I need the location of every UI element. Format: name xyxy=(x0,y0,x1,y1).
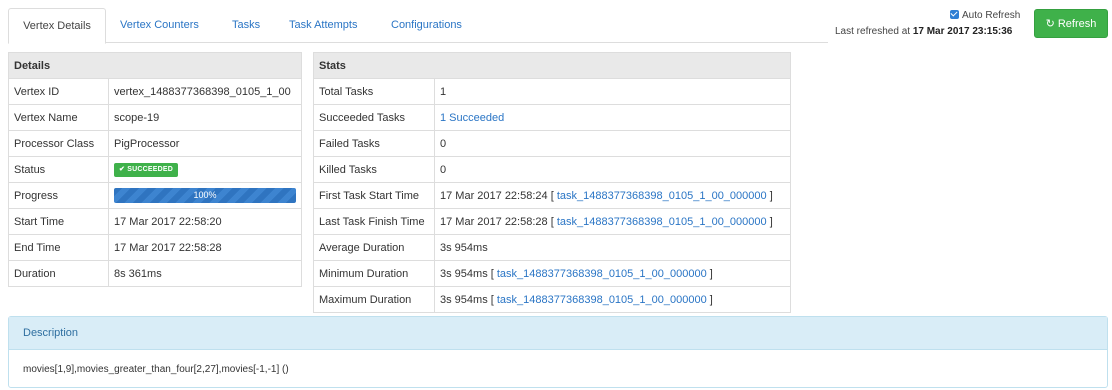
end-time-label: End Time xyxy=(8,234,109,261)
vertex-name-label: Vertex Name xyxy=(8,104,109,131)
minimum-duration-label: Minimum Duration xyxy=(313,260,435,287)
table-row: Vertex ID vertex_1488377368398_0105_1_00 xyxy=(8,78,302,105)
status-label: Status xyxy=(8,156,109,183)
table-row: Average Duration 3s 954ms xyxy=(313,234,791,261)
succeeded-tasks-label: Succeeded Tasks xyxy=(313,104,435,131)
maximum-duration-task-link[interactable]: task_1488377368398_0105_1_00_000000 xyxy=(497,294,707,306)
failed-tasks-label: Failed Tasks xyxy=(313,130,435,157)
description-text: movies[1,9],movies_greater_than_four[2,2… xyxy=(23,364,289,375)
processor-class-label: Processor Class xyxy=(8,130,109,157)
checkbox-icon[interactable] xyxy=(950,10,959,19)
last-task-finish-value: 17 Mar 2017 22:58:28 xyxy=(440,215,548,228)
table-row: Last Task Finish Time 17 Mar 2017 22:58:… xyxy=(313,208,791,235)
tab-task-attempts[interactable]: Task Attempts xyxy=(289,8,357,42)
vertex-name-value: scope-19 xyxy=(108,104,302,131)
maximum-duration-cell: 3s 954ms [ task_1488377368398_0105_1_00_… xyxy=(434,286,791,313)
minimum-duration-value: 3s 954ms xyxy=(440,267,488,280)
tab-tasks[interactable]: Tasks xyxy=(232,8,260,42)
table-row: Failed Tasks 0 xyxy=(313,130,791,157)
auto-refresh-toggle[interactable]: Auto Refresh xyxy=(950,10,1020,21)
killed-tasks-label: Killed Tasks xyxy=(313,156,435,183)
description-panel: Description movies[1,9],movies_greater_t… xyxy=(8,316,1108,388)
total-tasks-value: 1 xyxy=(434,78,791,105)
minimum-duration-task-link[interactable]: task_1488377368398_0105_1_00_000000 xyxy=(497,268,707,280)
description-header: Description xyxy=(9,317,1107,350)
maximum-duration-value: 3s 954ms xyxy=(440,293,488,306)
total-tasks-label: Total Tasks xyxy=(313,78,435,105)
average-duration-value: 3s 954ms xyxy=(434,234,791,261)
progress-label: Progress xyxy=(8,182,109,209)
status-cell: ✔ SUCCEEDED xyxy=(108,156,302,183)
first-task-start-label: First Task Start Time xyxy=(313,182,435,209)
last-task-finish-cell: 17 Mar 2017 22:58:28 [ task_148837736839… xyxy=(434,208,791,235)
tab-divider xyxy=(8,42,828,43)
refresh-button[interactable]: ↻ Refresh xyxy=(1034,9,1108,38)
details-header: Details xyxy=(8,52,302,79)
last-refreshed-prefix: Last refreshed at xyxy=(835,26,911,37)
table-row: Vertex Name scope-19 xyxy=(8,104,302,131)
stats-table: Stats Total Tasks 1 Succeeded Tasks 1 Su… xyxy=(313,52,791,313)
auto-refresh-label: Auto Refresh xyxy=(962,10,1021,21)
table-row: End Time 17 Mar 2017 22:58:28 xyxy=(8,234,302,261)
end-time-value: 17 Mar 2017 22:58:28 xyxy=(108,234,302,261)
vertex-id-label: Vertex ID xyxy=(8,78,109,105)
table-row: Minimum Duration 3s 954ms [ task_1488377… xyxy=(313,260,791,287)
duration-value: 8s 361ms xyxy=(108,260,302,287)
last-task-finish-label: Last Task Finish Time xyxy=(313,208,435,235)
maximum-duration-label: Maximum Duration xyxy=(313,286,435,313)
first-task-start-cell: 17 Mar 2017 22:58:24 [ task_148837736839… xyxy=(434,182,791,209)
table-row: Maximum Duration 3s 954ms [ task_1488377… xyxy=(313,286,791,313)
table-row: Killed Tasks 0 xyxy=(313,156,791,183)
killed-tasks-value: 0 xyxy=(434,156,791,183)
succeeded-tasks-link[interactable]: 1 Succeeded xyxy=(440,112,504,124)
last-refreshed-text: Last refreshed at 17 Mar 2017 23:15:36 xyxy=(835,26,1012,37)
progress-percent: 100% xyxy=(193,190,217,200)
vertex-id-value: vertex_1488377368398_0105_1_00 xyxy=(108,78,302,105)
last-refreshed-time: 17 Mar 2017 23:15:36 xyxy=(912,26,1013,37)
table-row: Duration 8s 361ms xyxy=(8,260,302,287)
average-duration-label: Average Duration xyxy=(313,234,435,261)
minimum-duration-cell: 3s 954ms [ task_1488377368398_0105_1_00_… xyxy=(434,260,791,287)
table-row: Start Time 17 Mar 2017 22:58:20 xyxy=(8,208,302,235)
processor-class-value: PigProcessor xyxy=(108,130,302,157)
table-row: Total Tasks 1 xyxy=(313,78,791,105)
first-task-start-value: 17 Mar 2017 22:58:24 xyxy=(440,189,548,202)
table-row: Succeeded Tasks 1 Succeeded xyxy=(313,104,791,131)
table-row: Progress 100% xyxy=(8,182,302,209)
progress-cell: 100% xyxy=(108,182,302,209)
refresh-button-label: Refresh xyxy=(1057,18,1097,30)
table-row: Processor Class PigProcessor xyxy=(8,130,302,157)
duration-label: Duration xyxy=(8,260,109,287)
tab-bar: Vertex Details Vertex Counters Tasks Tas… xyxy=(8,8,828,44)
tab-vertex-details[interactable]: Vertex Details xyxy=(8,8,106,44)
start-time-value: 17 Mar 2017 22:58:20 xyxy=(108,208,302,235)
details-table: Details Vertex ID vertex_1488377368398_0… xyxy=(8,52,302,287)
last-task-link[interactable]: task_1488377368398_0105_1_00_000000 xyxy=(557,216,767,228)
table-row: Status ✔ SUCCEEDED xyxy=(8,156,302,183)
first-task-link[interactable]: task_1488377368398_0105_1_00_000000 xyxy=(557,190,767,202)
progress-bar: 100% xyxy=(114,188,296,203)
tab-vertex-counters[interactable]: Vertex Counters xyxy=(120,8,199,42)
table-row: First Task Start Time 17 Mar 2017 22:58:… xyxy=(313,182,791,209)
tab-configurations[interactable]: Configurations xyxy=(391,8,462,42)
refresh-icon: ↻ xyxy=(1045,18,1055,30)
stats-header: Stats xyxy=(313,52,791,79)
start-time-label: Start Time xyxy=(8,208,109,235)
status-badge: ✔ SUCCEEDED xyxy=(114,163,178,177)
failed-tasks-value: 0 xyxy=(434,130,791,157)
